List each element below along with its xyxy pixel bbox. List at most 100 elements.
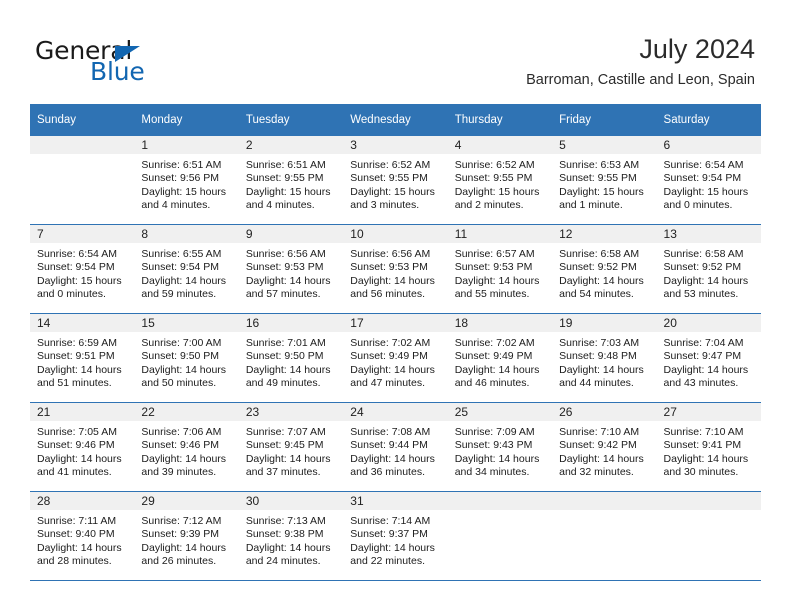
calendar-day-cell[interactable]: 12 Sunrise: 6:58 AM Sunset: 9:52 PM Dayligh… <box>552 224 657 314</box>
day-cell-content: 13 Sunrise: 6:58 AM Sunset: 9:52 PM Dayligh… <box>656 225 761 313</box>
day-cell-content: 18 Sunrise: 7:02 AM Sunset: 9:49 PM Dayligh… <box>447 314 553 402</box>
day-cell-content: 24 Sunrise: 7:08 AM Sunset: 9:44 PM Dayligh… <box>343 403 448 491</box>
sunset-time: Sunset: 9:53 PM <box>350 261 428 274</box>
title-block: July 2024 Barroman, Castille and Leon, S… <box>526 33 755 89</box>
day-cell-content: 27 Sunrise: 7:10 AM Sunset: 9:41 PM Dayligh… <box>656 403 761 491</box>
calendar-day-cell[interactable] <box>447 491 553 581</box>
calendar-day-cell[interactable]: 26 Sunrise: 7:10 AM Sunset: 9:42 PM Dayligh… <box>552 402 657 492</box>
day-cell-content: 6 Sunrise: 6:54 AM Sunset: 9:54 PM Daylight… <box>656 136 761 224</box>
day-number: 17 <box>343 314 448 332</box>
calendar-day-cell[interactable]: 20 Sunrise: 7:04 AM Sunset: 9:47 PM Dayligh… <box>656 313 761 403</box>
day-details: Sunrise: 6:59 AM Sunset: 9:51 PM Daylight:… <box>30 332 134 391</box>
calendar-day-cell[interactable]: 1 Sunrise: 6:51 AM Sunset: 9:56 PM Daylight… <box>134 136 239 225</box>
general-blue-logo[interactable]: General Blue <box>35 38 265 90</box>
sunrise-time: Sunrise: 6:51 AM <box>245 159 326 171</box>
calendar-day-cell[interactable]: 22 Sunrise: 7:06 AM Sunset: 9:46 PM Dayligh… <box>134 402 239 492</box>
calendar-day-cell[interactable] <box>30 136 135 225</box>
calendar-day-cell[interactable]: 19 Sunrise: 7:03 AM Sunset: 9:48 PM Dayligh… <box>552 313 657 403</box>
calendar-day-cell[interactable]: 18 Sunrise: 7:02 AM Sunset: 9:49 PM Dayligh… <box>447 313 553 403</box>
day-details: Sunrise: 6:58 AM Sunset: 9:52 PM Daylight:… <box>552 243 656 302</box>
sunrise-time: Sunrise: 7:11 AM <box>37 515 117 527</box>
day-number: 22 <box>134 403 239 421</box>
day-number: 23 <box>238 403 344 421</box>
calendar-day-cell[interactable]: 16 Sunrise: 7:01 AM Sunset: 9:50 PM Dayligh… <box>238 313 344 403</box>
sunrise-time: Sunrise: 6:58 AM <box>663 248 744 260</box>
day-number: 15 <box>134 314 239 332</box>
day-cell-content <box>552 492 657 580</box>
calendar-day-cell[interactable]: 28 Sunrise: 7:11 AM Sunset: 9:40 PM Dayligh… <box>30 491 135 581</box>
day-cell-content: 30 Sunrise: 7:13 AM Sunset: 9:38 PM Dayligh… <box>238 492 344 580</box>
calendar-day-cell[interactable]: 13 Sunrise: 6:58 AM Sunset: 9:52 PM Dayligh… <box>656 224 761 314</box>
calendar-day-cell[interactable]: 23 Sunrise: 7:07 AM Sunset: 9:45 PM Dayligh… <box>238 402 344 492</box>
day-cell-content: 11 Sunrise: 6:57 AM Sunset: 9:53 PM Dayligh… <box>447 225 553 313</box>
sunset-time: Sunset: 9:40 PM <box>37 528 115 541</box>
day-cell-content: 14 Sunrise: 6:59 AM Sunset: 9:51 PM Dayligh… <box>30 314 135 402</box>
calendar-day-cell[interactable]: 9 Sunrise: 6:56 AM Sunset: 9:53 PM Daylight… <box>238 224 344 314</box>
sunrise-time: Sunrise: 6:54 AM <box>663 159 744 171</box>
day-number: 3 <box>343 136 448 154</box>
daylight-duration-line2: and 41 minutes. <box>37 466 112 479</box>
daylight-duration-line1: Daylight: 14 hours <box>37 541 122 554</box>
calendar-day-cell[interactable]: 30 Sunrise: 7:13 AM Sunset: 9:38 PM Dayligh… <box>238 491 344 581</box>
daylight-duration-line2: and 50 minutes. <box>141 377 217 390</box>
calendar-day-cell[interactable]: 7 Sunrise: 6:54 AM Sunset: 9:54 PM Daylight… <box>30 224 135 314</box>
day-cell-content: 28 Sunrise: 7:11 AM Sunset: 9:40 PM Dayligh… <box>30 492 135 580</box>
day-cell-content <box>30 136 135 224</box>
sunrise-time: Sunrise: 6:56 AM <box>245 248 326 260</box>
calendar-table: Sunday Monday Tuesday Wednesday Thursday… <box>30 104 761 581</box>
day-details: Sunrise: 7:04 AM Sunset: 9:47 PM Daylight:… <box>657 332 761 391</box>
sunset-time: Sunset: 9:46 PM <box>37 439 115 452</box>
calendar-day-cell[interactable]: 6 Sunrise: 6:54 AM Sunset: 9:54 PM Daylight… <box>656 136 761 225</box>
calendar-day-cell[interactable]: 31 Sunrise: 7:14 AM Sunset: 9:37 PM Dayligh… <box>343 491 448 581</box>
day-details: Sunrise: 6:57 AM Sunset: 9:53 PM Daylight:… <box>448 243 552 302</box>
weekday-header-wednesday: Wednesday <box>343 104 448 136</box>
calendar-day-cell[interactable]: 3 Sunrise: 6:52 AM Sunset: 9:55 PM Daylight… <box>343 136 448 225</box>
daylight-duration-line2: and 43 minutes. <box>663 377 739 390</box>
calendar-week-row: 28 Sunrise: 7:11 AM Sunset: 9:40 PM Dayligh… <box>30 491 761 581</box>
calendar-day-cell[interactable] <box>656 491 761 581</box>
calendar-day-cell[interactable]: 17 Sunrise: 7:02 AM Sunset: 9:49 PM Dayligh… <box>343 313 448 403</box>
calendar-day-cell[interactable]: 25 Sunrise: 7:09 AM Sunset: 9:43 PM Dayligh… <box>447 402 553 492</box>
daylight-duration-line1: Daylight: 15 hours <box>37 274 122 287</box>
calendar-grid: Sunday Monday Tuesday Wednesday Thursday… <box>30 104 761 581</box>
calendar-day-cell[interactable]: 2 Sunrise: 6:51 AM Sunset: 9:55 PM Daylight… <box>238 136 344 225</box>
day-details: Sunrise: 7:03 AM Sunset: 9:48 PM Daylight:… <box>552 332 656 391</box>
sunset-time: Sunset: 9:38 PM <box>245 528 324 541</box>
sunrise-time: Sunrise: 7:10 AM <box>559 426 640 438</box>
day-cell-content: 31 Sunrise: 7:14 AM Sunset: 9:37 PM Dayligh… <box>343 492 448 580</box>
daylight-duration-line2: and 30 minutes. <box>663 466 739 479</box>
calendar-day-cell[interactable]: 5 Sunrise: 6:53 AM Sunset: 9:55 PM Daylight… <box>552 136 657 225</box>
day-number: 8 <box>134 225 239 243</box>
day-number: 12 <box>552 225 657 243</box>
day-details: Sunrise: 7:07 AM Sunset: 9:45 PM Daylight:… <box>239 421 343 480</box>
calendar-day-cell[interactable]: 27 Sunrise: 7:10 AM Sunset: 9:41 PM Dayligh… <box>656 402 761 492</box>
day-cell-content: 8 Sunrise: 6:55 AM Sunset: 9:54 PM Daylight… <box>134 225 239 313</box>
calendar-day-cell[interactable] <box>552 491 657 581</box>
day-number: 26 <box>552 403 657 421</box>
calendar-day-cell[interactable]: 4 Sunrise: 6:52 AM Sunset: 9:55 PM Daylight… <box>447 136 553 225</box>
sunset-time: Sunset: 9:54 PM <box>663 172 742 185</box>
calendar-day-cell[interactable]: 14 Sunrise: 6:59 AM Sunset: 9:51 PM Dayligh… <box>30 313 135 403</box>
weekday-header-thursday: Thursday <box>447 104 553 136</box>
day-cell-content: 12 Sunrise: 6:58 AM Sunset: 9:52 PM Dayligh… <box>552 225 657 313</box>
daylight-duration-line2: and 4 minutes. <box>141 199 211 212</box>
calendar-day-cell[interactable]: 24 Sunrise: 7:08 AM Sunset: 9:44 PM Dayligh… <box>343 402 448 492</box>
sunrise-time: Sunrise: 6:52 AM <box>454 159 535 171</box>
day-cell-content: 20 Sunrise: 7:04 AM Sunset: 9:47 PM Dayligh… <box>656 314 761 402</box>
sunrise-time: Sunrise: 7:02 AM <box>454 337 535 349</box>
sunset-time: Sunset: 9:44 PM <box>350 439 428 452</box>
day-cell-content <box>656 492 761 580</box>
calendar-day-cell[interactable]: 21 Sunrise: 7:05 AM Sunset: 9:46 PM Dayligh… <box>30 402 135 492</box>
sunrise-time: Sunrise: 7:10 AM <box>663 426 744 438</box>
calendar-day-cell[interactable]: 10 Sunrise: 6:56 AM Sunset: 9:53 PM Dayligh… <box>343 224 448 314</box>
calendar-day-cell[interactable]: 8 Sunrise: 6:55 AM Sunset: 9:54 PM Daylight… <box>134 224 239 314</box>
calendar-header-row: Sunday Monday Tuesday Wednesday Thursday… <box>30 104 761 136</box>
calendar-day-cell[interactable]: 11 Sunrise: 6:57 AM Sunset: 9:53 PM Dayligh… <box>447 224 553 314</box>
calendar-day-cell[interactable]: 15 Sunrise: 7:00 AM Sunset: 9:50 PM Dayligh… <box>134 313 239 403</box>
calendar-day-cell[interactable]: 29 Sunrise: 7:12 AM Sunset: 9:39 PM Dayligh… <box>134 491 239 581</box>
day-number: 11 <box>447 225 553 243</box>
sunset-time: Sunset: 9:39 PM <box>141 528 220 541</box>
day-number: 9 <box>238 225 344 243</box>
daylight-duration-line2: and 1 minute. <box>559 199 623 212</box>
logo-text-blue: Blue <box>90 57 145 86</box>
